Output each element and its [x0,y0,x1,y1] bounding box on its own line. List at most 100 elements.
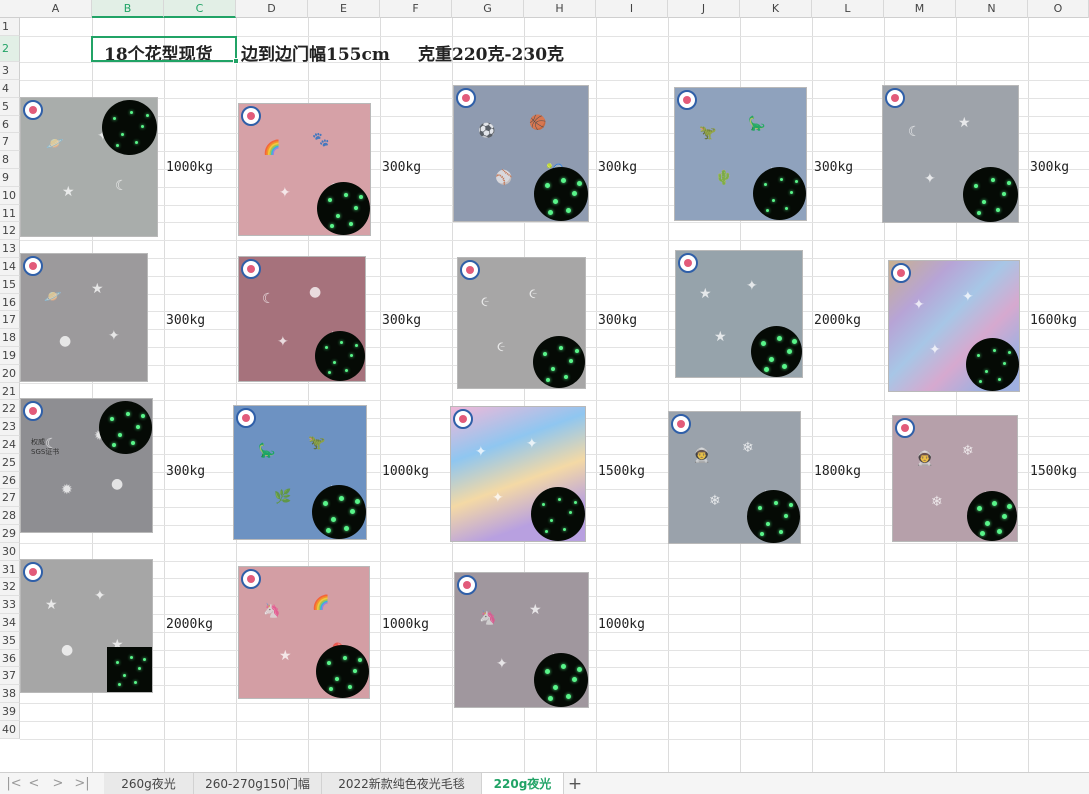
row-header-23[interactable]: 23 [0,418,20,436]
row-header-29[interactable]: 29 [0,525,20,543]
row-header-4[interactable]: 4 [0,80,20,98]
column-header-f[interactable]: F [380,0,452,18]
row-header-9[interactable]: 9 [0,169,20,187]
row-header-1[interactable]: 1 [0,18,20,36]
stock-quantity-cell[interactable]: 300kg [814,160,853,175]
stock-quantity-cell[interactable]: 300kg [166,313,205,328]
fabric-sample-pink-moon[interactable]: ☾●✦★ [238,256,366,382]
last-sheet-icon[interactable]: >| [72,775,92,793]
stock-quantity-cell[interactable]: 1500kg [1030,464,1077,479]
fabric-sample-grey-stars[interactable]: ★ ✦ ● ★ [20,559,153,693]
title-fabric-width[interactable]: 边到边门幅155cm [241,40,390,65]
prev-sheet-icon[interactable]: < [24,775,44,793]
column-header-c[interactable]: C [164,0,236,18]
stock-quantity-cell[interactable]: 2000kg [166,617,213,632]
row-header-25[interactable]: 25 [0,453,20,472]
sheet-tab-220g-active[interactable]: 220g夜光 [482,773,564,794]
stock-quantity-cell[interactable]: 1000kg [382,617,429,632]
fabric-sample-rainbow-tie-dye[interactable]: ✦✦✦✦ [450,406,586,542]
sheet-tab-2022-new[interactable]: 2022新款纯色夜光毛毯 [322,773,482,794]
row-header-15[interactable]: 15 [0,275,20,294]
row-header-32[interactable]: 32 [0,578,20,597]
column-header-i[interactable]: I [596,0,668,18]
row-header-20[interactable]: 20 [0,364,20,383]
column-header-g[interactable]: G [452,0,524,18]
row-header-2[interactable]: 2 [0,36,20,62]
stock-quantity-cell[interactable]: 1800kg [814,464,861,479]
column-header-b[interactable]: B [92,0,164,18]
row-header-7[interactable]: 7 [0,133,20,152]
row-header-12[interactable]: 12 [0,222,20,241]
stock-quantity-cell[interactable]: 300kg [598,313,637,328]
row-header-36[interactable]: 36 [0,649,20,668]
row-header-16[interactable]: 16 [0,293,20,312]
row-header-24[interactable]: 24 [0,436,20,454]
add-sheet-icon[interactable]: + [564,773,586,794]
row-header-11[interactable]: 11 [0,204,20,223]
stock-quantity-cell[interactable]: 1600kg [1030,313,1077,328]
column-header-o[interactable]: O [1028,0,1089,18]
title-fabric-weight[interactable]: 克重220克-230克 [418,40,564,65]
fabric-sample-rainbow-stripe[interactable]: ✦✦✦✦ [888,260,1020,392]
fabric-sample-astronaut[interactable]: 👨‍🚀❄❄★ [668,411,801,544]
row-header-13[interactable]: 13 [0,240,20,258]
fabric-sample-planets[interactable]: 🪐 ★ ● ✦ [20,253,148,382]
fill-handle[interactable] [233,58,239,64]
row-header-28[interactable]: 28 [0,507,20,525]
stock-quantity-cell[interactable]: 1000kg [598,617,645,632]
column-header-h[interactable]: H [524,0,596,18]
row-header-40[interactable]: 40 [0,720,20,739]
sheet-tab-260g[interactable]: 260g夜光 [104,773,194,794]
column-header-e[interactable]: E [308,0,380,18]
row-header-39[interactable]: 39 [0,703,20,721]
row-header-34[interactable]: 34 [0,614,20,632]
row-header-18[interactable]: 18 [0,329,20,347]
column-header-l[interactable]: L [812,0,884,18]
next-sheet-icon[interactable]: > [48,775,68,793]
column-header-a[interactable]: A [20,0,92,18]
sheet-tab-260-270g[interactable]: 260-270g150门幅 [194,773,322,794]
spreadsheet-grid[interactable]: ABCDEFGHIJKLMNO 1 2 3 4 5 6 7 8 9 10 11 12 13 14 15 16 1… [0,0,1089,772]
stock-quantity-cell[interactable]: 300kg [382,160,421,175]
row-header-33[interactable]: 33 [0,596,20,614]
row-header-37[interactable]: 37 [0,667,20,686]
first-sheet-icon[interactable]: |< [4,775,24,793]
fabric-sample-pink-rainbow[interactable]: 🌈🐾✦● [238,103,371,236]
row-header-21[interactable]: 21 [0,382,20,401]
fabric-sample-moon-star[interactable]: ☾★✦● [882,85,1019,223]
fabric-sample-unicorn-pink[interactable]: 🦄🌈★🎈 [238,566,370,699]
column-header-d[interactable]: D [236,0,308,18]
fabric-sample-mermaid[interactable]: ★✦★✦ [675,250,803,378]
fabric-sample-astronaut-pink[interactable]: 👨‍🚀❄❄★ [892,415,1018,542]
fabric-sample-space[interactable]: 🪐✦★☾ [20,97,158,237]
row-header-8[interactable]: 8 [0,151,20,169]
fabric-sample-unicorn-grey[interactable]: 🦄★✦★ [454,572,589,708]
row-header-5[interactable]: 5 [0,97,20,116]
stock-quantity-cell[interactable]: 2000kg [814,313,861,328]
stock-quantity-cell[interactable]: 300kg [598,160,637,175]
stock-quantity-cell[interactable]: 300kg [382,313,421,328]
column-header-k[interactable]: K [740,0,812,18]
row-header-6[interactable]: 6 [0,115,20,134]
row-header-17[interactable]: 17 [0,311,20,330]
column-header-m[interactable]: M [884,0,956,18]
row-header-35[interactable]: 35 [0,631,20,650]
fabric-sample-dinosaur[interactable]: 🦖🦕🌵★ [674,87,807,221]
stock-quantity-cell[interactable]: 1000kg [382,464,429,479]
row-header-22[interactable]: 22 [0,400,20,419]
row-header-19[interactable]: 19 [0,347,20,365]
stock-quantity-cell[interactable]: 1500kg [598,464,645,479]
row-header-3[interactable]: 3 [0,62,20,80]
row-header-26[interactable]: 26 [0,471,20,490]
stock-quantity-cell[interactable]: 300kg [1030,160,1069,175]
row-header-10[interactable]: 10 [0,186,20,205]
stock-quantity-cell[interactable]: 300kg [166,464,205,479]
row-header-31[interactable]: 31 [0,560,20,579]
row-header-30[interactable]: 30 [0,542,20,561]
column-header-j[interactable]: J [668,0,740,18]
fabric-sample-moon-grey[interactable]: ☾✹✹●权威 SGS证书 [20,398,153,533]
fabric-sample-sports[interactable]: ⚽🏀⚾🎾 [453,85,589,222]
fabric-sample-swirl[interactable]: ૯૯૯૯ [457,257,586,389]
row-header-27[interactable]: 27 [0,489,20,508]
column-header-n[interactable]: N [956,0,1028,18]
